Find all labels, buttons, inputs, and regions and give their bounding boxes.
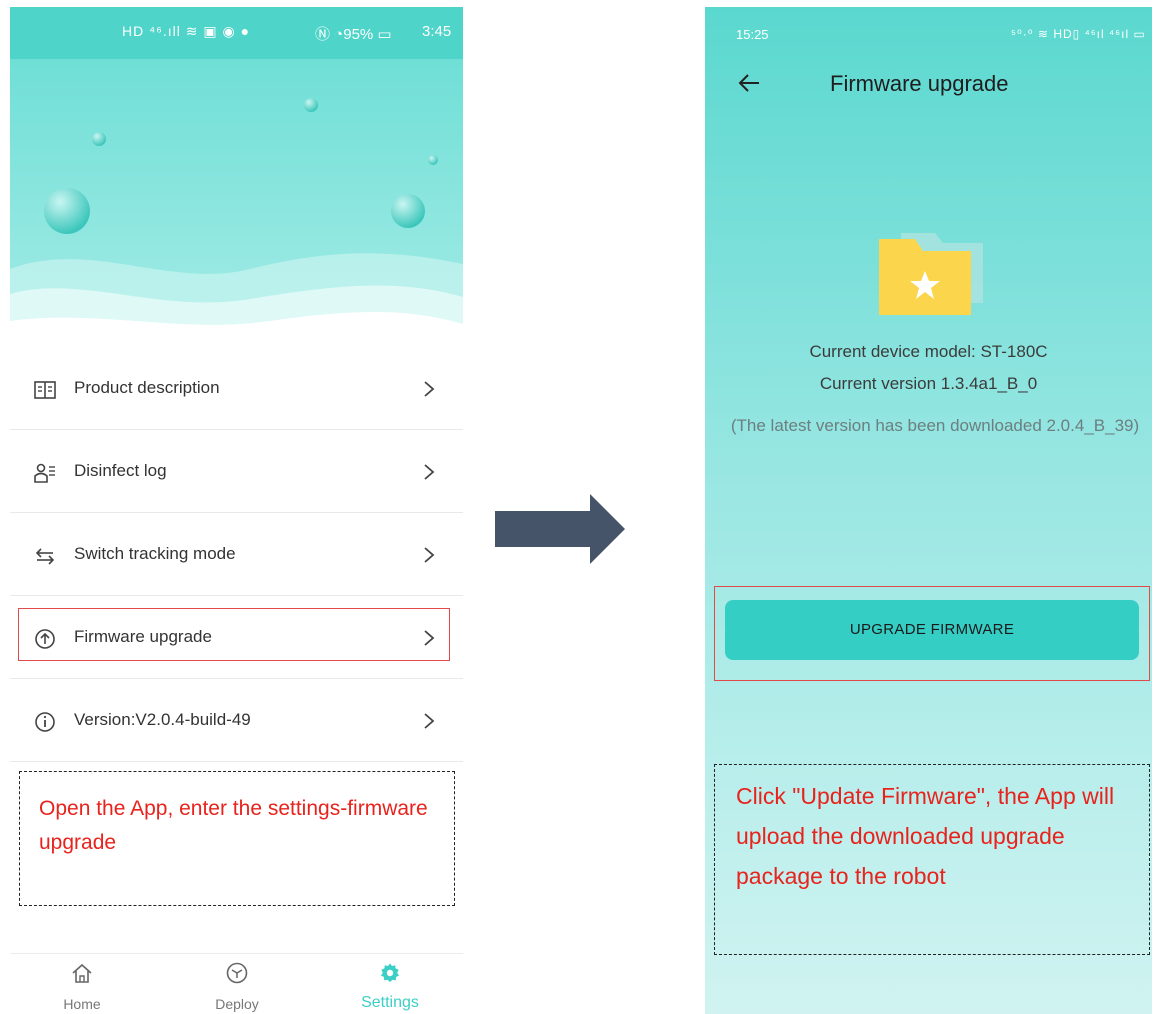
menu-item-label: Disinfect log (74, 461, 167, 480)
wave-decoration (10, 98, 463, 347)
latest-version-note: (The latest version has been downloaded … (730, 416, 1140, 435)
right-note-text: Click "Update Firmware", the App will up… (736, 783, 1115, 889)
menu-item-product-description[interactable]: Product description (10, 348, 463, 430)
status-icons: ⁵⁰·⁰ ≋ HD▯ ⁴⁶ıl ⁴⁶ıl ▭ (1011, 27, 1146, 41)
upgrade-firmware-button[interactable]: UPGRADE FIRMWARE (725, 600, 1139, 660)
left-note-text: Open the App, enter the settings-firmwar… (39, 797, 428, 854)
tab-settings-label: Settings (361, 994, 419, 1011)
tab-home[interactable]: Home (27, 954, 137, 1014)
bottom-tab-bar: Home Deploy Settings (10, 953, 463, 1014)
menu-item-disinfect-log[interactable]: Disinfect log (10, 431, 463, 513)
chevron-right-icon (424, 547, 435, 563)
tab-settings[interactable]: Settings (335, 954, 445, 1014)
back-arrow-icon[interactable] (737, 72, 761, 94)
chevron-right-icon (424, 464, 435, 480)
log-icon (34, 463, 55, 483)
tab-deploy[interactable]: Deploy (182, 954, 292, 1014)
left-phone-screen: HD ⁴⁶.ıll ≋ ▣ ◉ ● Ⓝ ◔95% ▭ 3:45 Product … (10, 7, 463, 1014)
menu-item-label: Firmware upgrade (74, 627, 212, 646)
right-instruction-note: Click "Update Firmware", the App will up… (714, 764, 1150, 955)
menu-item-firmware-upgrade[interactable]: Firmware upgrade (10, 597, 463, 679)
gear-icon (381, 963, 399, 982)
menu-item-label: Product description (74, 378, 220, 397)
tab-deploy-label: Deploy (215, 996, 259, 1012)
menu-item-switch-tracking-mode[interactable]: Switch tracking mode (10, 514, 463, 596)
menu-item-label: Version:V2.0.4-build-49 (74, 710, 251, 729)
cube-icon (226, 962, 248, 984)
status-time: 15:25 (736, 27, 769, 42)
left-instruction-note: Open the App, enter the settings-firmwar… (19, 771, 455, 906)
chevron-right-icon (424, 381, 435, 397)
chevron-right-icon (424, 630, 435, 646)
info-icon (35, 712, 55, 732)
status-time: 3:45 (422, 23, 452, 40)
folder-star-icon (879, 233, 983, 315)
chevron-right-icon (424, 713, 435, 729)
status-indicators: Ⓝ ◔95% ▭ (315, 26, 392, 43)
upload-circle-icon (35, 629, 55, 649)
menu-item-label: Switch tracking mode (74, 544, 236, 563)
tab-home-label: Home (63, 996, 101, 1012)
right-status-bar: 15:25 ⁵⁰·⁰ ≋ HD▯ ⁴⁶ıl ⁴⁶ıl ▭ (705, 7, 1152, 59)
status-icons: HD ⁴⁶.ıll ≋ ▣ ◉ ● (122, 23, 251, 39)
right-phone-screen: 15:25 ⁵⁰·⁰ ≋ HD▯ ⁴⁶ıl ⁴⁶ıl ▭ Firmware up… (705, 7, 1152, 1014)
left-status-bar: HD ⁴⁶.ıll ≋ ▣ ◉ ● Ⓝ ◔95% ▭ 3:45 (10, 7, 463, 59)
book-icon (34, 381, 56, 399)
current-version-text: Current version 1.3.4a1_B_0 (819, 374, 1038, 393)
menu-item-version[interactable]: Version:V2.0.4-build-49 (10, 680, 463, 762)
device-model-text: Current device model: ST-180C (809, 342, 1048, 361)
swap-icon (35, 548, 55, 565)
settings-banner (10, 59, 463, 347)
flow-arrow-icon (495, 494, 625, 564)
page-title: Firmware upgrade (830, 71, 1009, 96)
home-icon (72, 963, 92, 983)
